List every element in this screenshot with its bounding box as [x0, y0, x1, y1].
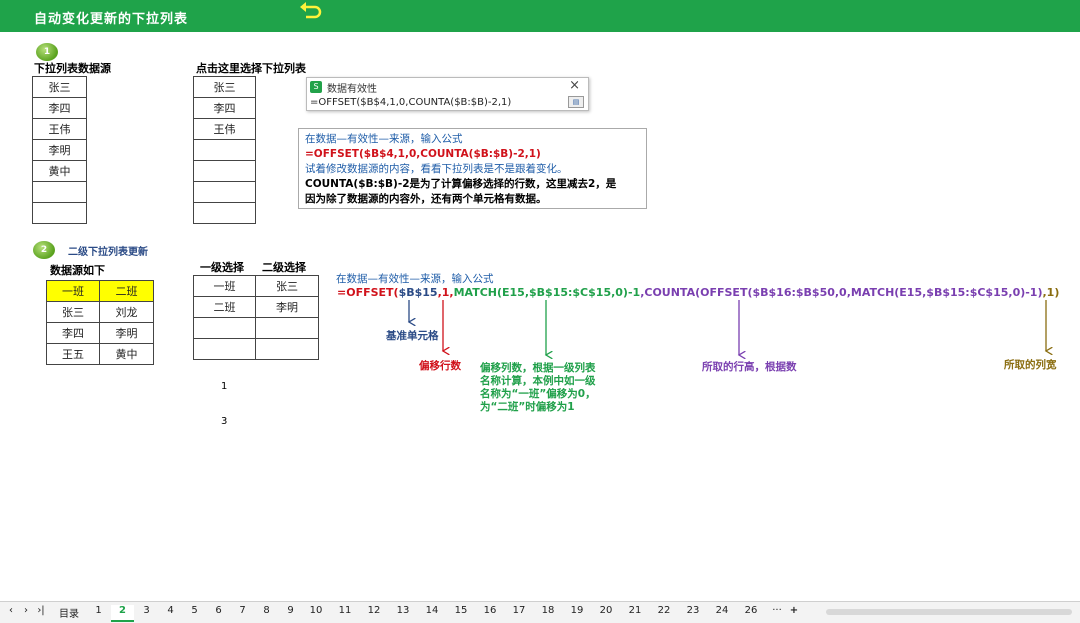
sheet-tab[interactable]: 17 [506, 605, 532, 616]
sheet-tab[interactable]: 12 [361, 605, 387, 616]
sheet-tab[interactable]: 8 [255, 605, 278, 616]
label-offset-cols: 偏移列数，根据一级列表 名称计算，本例中如一级 名称为“一班”偏移为0， 为“二… [480, 362, 596, 414]
more-tabs-icon[interactable]: ··· [769, 605, 785, 616]
sheet-tab[interactable]: 7 [231, 605, 254, 616]
sheet-tab[interactable]: 1 [87, 605, 110, 616]
sheet-tab[interactable]: 13 [390, 605, 416, 616]
label-line: 偏移列数，根据一级列表 [480, 362, 596, 374]
label-width: 所取的列宽 [1004, 359, 1057, 371]
add-sheet-icon[interactable]: + [787, 605, 801, 616]
sheet-tab[interactable]: 11 [332, 605, 358, 616]
label-base-cell: 基准单元格 [386, 330, 439, 342]
label-line: 为“二班”时偏移为1 [480, 401, 575, 413]
sheet-tab[interactable]: 16 [477, 605, 503, 616]
sheet-tab[interactable]: 22 [651, 605, 677, 616]
label-height: 所取的行高，根据数 [702, 361, 797, 373]
sheet-tab[interactable]: 10 [303, 605, 329, 616]
tab-nav-button[interactable]: › [19, 605, 33, 616]
annotation-arrows [0, 300, 1080, 623]
sheet-tab[interactable]: 20 [593, 605, 619, 616]
label-line: 名称计算，本例中如一级 [480, 375, 596, 387]
sheet-tab[interactable]: 14 [419, 605, 445, 616]
sheet-tab[interactable]: 9 [279, 605, 302, 616]
sheet-tab[interactable]: 24 [709, 605, 735, 616]
tab-nav-button[interactable]: ‹ [4, 605, 18, 616]
sheet-tab[interactable]: 26 [738, 605, 764, 616]
sheet-tab[interactable]: 2 [111, 605, 134, 622]
sheet-tab[interactable]: 6 [207, 605, 230, 616]
sheet-tab[interactable]: 15 [448, 605, 474, 616]
label-offset-rows: 偏移行数 [419, 360, 461, 372]
label-line: 名称为“一班”偏移为0， [480, 388, 596, 400]
sheet-tab[interactable]: 5 [183, 605, 206, 616]
sheet-tab[interactable]: 3 [135, 605, 158, 616]
tab-nav-button[interactable]: ›| [34, 605, 48, 616]
sheet-tab[interactable]: 目录 [54, 605, 84, 620]
sheet-tab[interactable]: 23 [680, 605, 706, 616]
sheet-tab-bar: ‹ › ›| 目录 1 2 3 4 5 6 7 8 9 10 11 12 13 14 15 16 17 18 19 20 21 2… [0, 601, 1080, 623]
sheet-tab[interactable]: 4 [159, 605, 182, 616]
horizontal-scrollbar[interactable] [826, 609, 1072, 615]
sheet-tab[interactable]: 18 [535, 605, 561, 616]
sheet-tab[interactable]: 19 [564, 605, 590, 616]
sheet-tab[interactable]: 21 [622, 605, 648, 616]
